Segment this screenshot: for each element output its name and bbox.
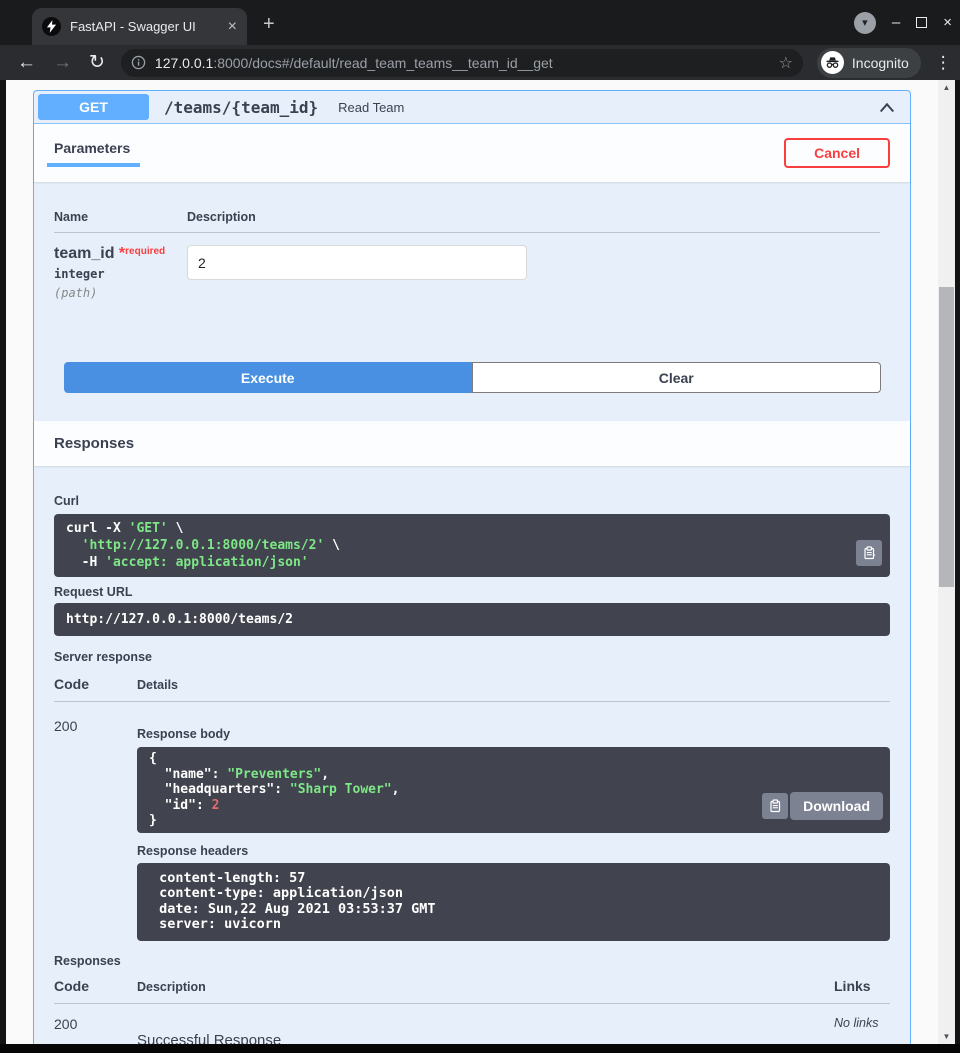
site-info-icon[interactable] <box>131 55 146 70</box>
page-scrollbar[interactable]: ▲ ▼ <box>938 80 955 1044</box>
execute-row: Execute Clear <box>64 362 881 393</box>
request-url-value: http://127.0.0.1:8000/teams/2 <box>54 603 890 636</box>
opblock-summary[interactable]: GET /teams/{team_id} Read Team <box>34 91 910 124</box>
response-links: No links <box>834 1016 890 1045</box>
response-headers: content-length: 57 content-type: applica… <box>137 863 890 941</box>
param-location: (path) <box>54 286 187 300</box>
param-type: integer <box>54 267 187 281</box>
window-maximize-button[interactable] <box>916 17 927 28</box>
download-button[interactable]: Download <box>790 792 883 820</box>
responses-code-header: Code <box>54 978 137 994</box>
browser-menu-icon[interactable]: ⋮ <box>935 53 952 73</box>
fastapi-favicon-icon <box>42 17 61 36</box>
method-badge: GET <box>38 94 149 120</box>
responses-section-header: Responses <box>34 421 910 466</box>
documented-status-code: 200 <box>54 1016 137 1045</box>
url-text: 127.0.0.1:8000/docs#/default/read_team_t… <box>155 55 771 71</box>
opblock-get-teams: GET /teams/{team_id} Read Team Parameter… <box>33 90 911 1044</box>
forward-button[interactable]: → <box>53 52 72 74</box>
incognito-badge: Incognito <box>817 48 921 78</box>
tab-parameters[interactable]: Parameters <box>54 140 140 167</box>
response-status-code: 200 <box>54 718 137 941</box>
code-header: Code <box>54 676 137 692</box>
curl-command: curl -X 'GET' \ 'http://127.0.0.1:8000/t… <box>54 514 890 577</box>
endpoint-path: /teams/{team_id} <box>164 98 318 117</box>
address-bar[interactable]: 127.0.0.1:8000/docs#/default/read_team_t… <box>121 49 803 77</box>
reload-button[interactable]: ↻ <box>89 51 105 74</box>
bookmark-star-icon[interactable]: ☆ <box>779 53 793 73</box>
response-body-label: Response body <box>137 727 890 741</box>
param-row-team-id: team_id *required integer (path) <box>54 233 880 300</box>
server-response-label: Server response <box>54 650 890 664</box>
url-host: 127.0.0.1 <box>155 55 213 71</box>
window-bottom-edge <box>0 1044 960 1053</box>
scroll-down-icon[interactable]: ▼ <box>938 1029 955 1044</box>
browser-toolbar: ← → ↻ 127.0.0.1:8000/docs#/default/read_… <box>0 45 960 80</box>
browser-tab[interactable]: FastAPI - Swagger UI × <box>32 8 247 45</box>
incognito-icon <box>821 51 844 74</box>
curl-label: Curl <box>54 494 890 508</box>
parameters-tab-label: Parameters <box>54 140 140 156</box>
window-close-button[interactable]: × <box>943 14 952 31</box>
new-tab-button[interactable]: + <box>263 14 275 34</box>
endpoint-summary: Read Team <box>338 100 878 115</box>
collapse-chevron-icon[interactable] <box>878 99 896 115</box>
window-minimize-button[interactable]: – <box>892 14 900 31</box>
team-id-input[interactable] <box>187 245 527 280</box>
responses-table-row: 200 Successful Response No links <box>54 1004 890 1045</box>
parameters-tab-underline <box>47 163 140 167</box>
scroll-up-icon[interactable]: ▲ <box>938 80 955 95</box>
responses-table-label: Responses <box>54 954 890 968</box>
request-url-label: Request URL <box>54 585 890 599</box>
responses-body: Curl curl -X 'GET' \ 'http://127.0.0.1:8… <box>34 466 910 1044</box>
incognito-label: Incognito <box>852 55 909 71</box>
tab-title: FastAPI - Swagger UI <box>70 19 222 34</box>
server-response-table-header: Code Details <box>54 676 890 702</box>
responses-links-header: Links <box>834 978 890 994</box>
tab-search-icon[interactable]: ▾ <box>854 12 876 34</box>
details-header: Details <box>137 678 890 692</box>
cancel-button[interactable]: Cancel <box>784 138 890 168</box>
required-label: required <box>125 246 165 257</box>
param-description-header: Description <box>187 210 880 224</box>
responses-table-header: Code Description Links <box>54 978 890 1004</box>
swagger-page: GET /teams/{team_id} Read Team Parameter… <box>6 80 938 1044</box>
responses-description-header: Description <box>137 980 834 994</box>
url-path: :8000/docs#/default/read_team_teams__tea… <box>213 55 552 71</box>
execute-button[interactable]: Execute <box>64 362 472 393</box>
parameters-section-header: Parameters Cancel <box>34 124 910 182</box>
param-name: team_id *required <box>54 245 187 263</box>
responses-title: Responses <box>54 435 134 452</box>
browser-titlebar: FastAPI - Swagger UI × + ▾ – × <box>0 0 960 45</box>
clear-button[interactable]: Clear <box>472 362 882 393</box>
server-response-row: 200 Response body { "name": "Preventers"… <box>54 702 890 941</box>
response-description: Successful Response <box>137 1032 834 1045</box>
param-name-header: Name <box>54 210 187 224</box>
tab-close-icon[interactable]: × <box>228 19 237 35</box>
scrollbar-thumb[interactable] <box>939 287 954 587</box>
response-headers-label: Response headers <box>137 844 890 858</box>
parameters-body: Name Description team_id *required integ… <box>34 182 910 421</box>
response-body-json: { "name": "Preventers", "headquarters": … <box>137 747 890 833</box>
back-button[interactable]: ← <box>17 52 36 74</box>
copy-response-button[interactable] <box>762 793 788 819</box>
copy-curl-button[interactable] <box>856 540 882 566</box>
